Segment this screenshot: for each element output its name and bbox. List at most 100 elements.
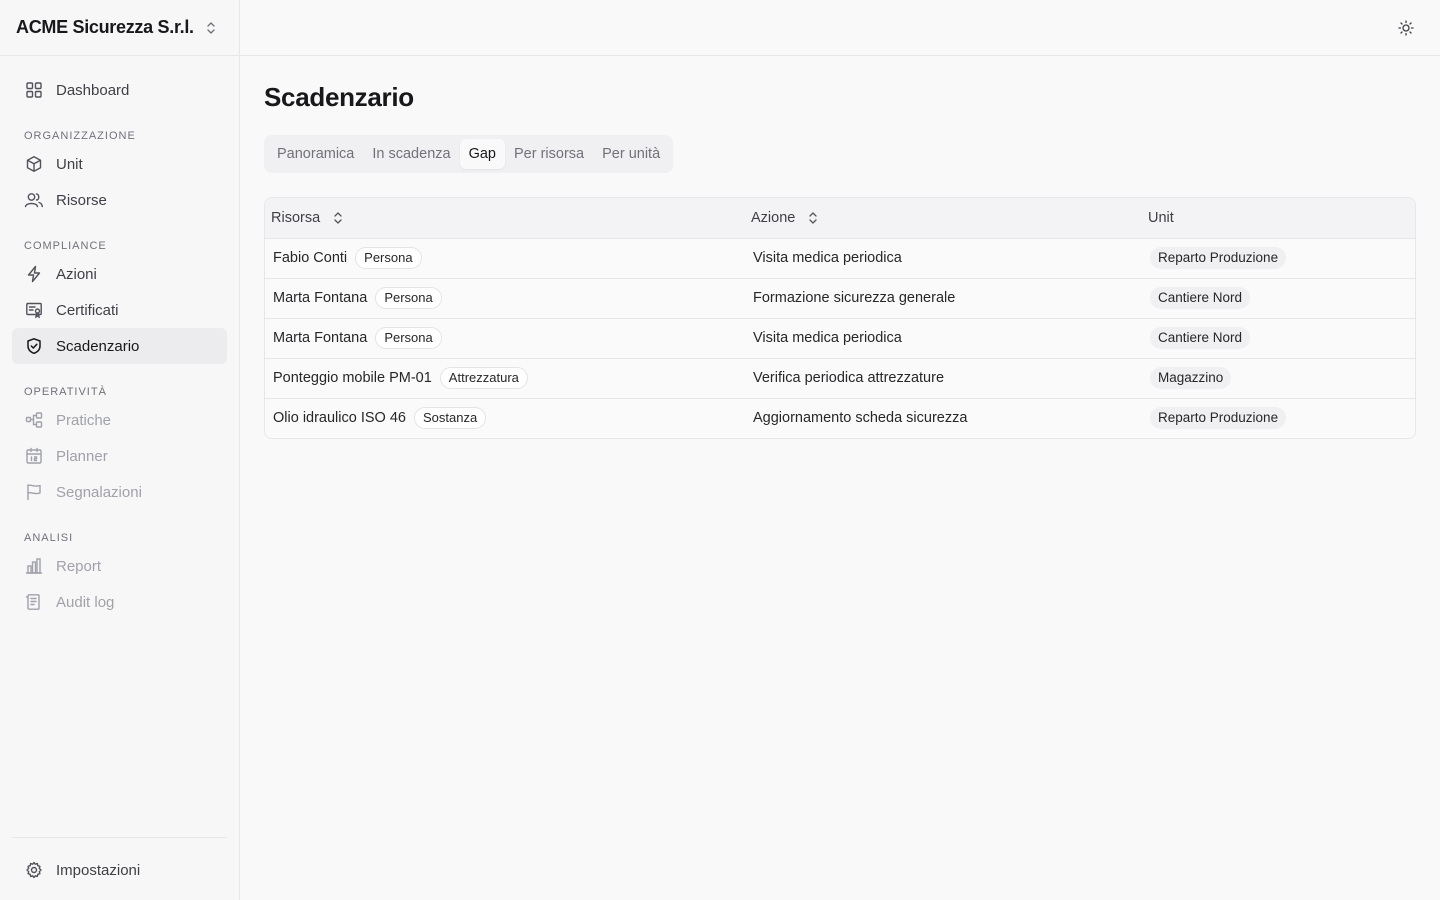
gear-icon	[24, 860, 44, 880]
tab-gap[interactable]: Gap	[459, 139, 505, 169]
table-row[interactable]: Olio idraulico ISO 46 Sostanza Aggiorname…	[265, 398, 1415, 438]
table-row[interactable]: Marta Fontana Persona Visita medica perio…	[265, 318, 1415, 359]
column-header-unit: Unit	[1142, 198, 1415, 239]
sort-icon	[334, 212, 342, 224]
workflow-icon	[24, 410, 44, 430]
tabs: Panoramica In scadenza Gap Per risorsa P…	[264, 135, 674, 173]
sidebar-item-label: Dashboard	[56, 81, 130, 99]
sidebar-item-certificati[interactable]: Certificati	[12, 292, 227, 328]
tab-per-risorsa[interactable]: Per risorsa	[505, 139, 593, 169]
resource-name[interactable]: Marta Fontana	[273, 290, 367, 306]
sidebar-item-audit-log[interactable]: Audit log	[12, 584, 227, 620]
sidebar-item-label: Impostazioni	[56, 861, 141, 879]
tab-per-unita[interactable]: Per unità	[593, 139, 669, 169]
sidebar-item-label: Certificati	[56, 301, 119, 319]
table-header-row: Risorsa Azione Unit	[265, 198, 1415, 239]
column-header-label: Risorsa	[271, 209, 321, 226]
sidebar: ACME Sicurezza S.r.l. Dashboard ORGANIZZ…	[0, 0, 240, 900]
receipt-icon	[24, 592, 44, 612]
theme-toggle-button[interactable]	[1396, 18, 1416, 38]
gap-table: Risorsa Azione Unit Fabio Conti Persona …	[264, 197, 1416, 439]
sidebar-item-label: Segnalazioni	[56, 483, 142, 501]
resource-type-badge: Persona	[375, 327, 442, 349]
sidebar-item-dashboard[interactable]: Dashboard	[12, 72, 227, 108]
bar-chart-icon	[24, 556, 44, 576]
action-cell: Visita medica periodica	[745, 318, 1142, 359]
resource-cell: Fabio Conti Persona	[265, 238, 745, 279]
lightning-icon	[24, 264, 44, 284]
sidebar-item-pratiche[interactable]: Pratiche	[12, 402, 227, 438]
resource-name[interactable]: Ponteggio mobile PM-01	[273, 370, 432, 386]
dashboard-grid-icon	[24, 80, 44, 100]
unit-badge: Cantiere Nord	[1150, 287, 1251, 309]
resource-name[interactable]: Olio idraulico ISO 46	[273, 410, 406, 426]
sort-risorsa-button[interactable]: Risorsa	[271, 210, 344, 226]
org-name: ACME Sicurezza S.r.l.	[16, 17, 194, 37]
section-label-organizzazione: ORGANIZZAZIONE	[24, 130, 136, 142]
action-cell: Verifica periodica attrezzature	[745, 358, 1142, 399]
section-label-compliance: COMPLIANCE	[24, 240, 107, 252]
shield-check-icon	[24, 336, 44, 356]
table-row[interactable]: Ponteggio mobile PM-01 Attrezzatura Verif…	[265, 358, 1415, 399]
sidebar-item-label: Planner	[56, 447, 108, 465]
resource-name[interactable]: Marta Fontana	[273, 330, 367, 346]
action-cell: Visita medica periodica	[745, 238, 1142, 279]
cube-icon	[24, 154, 44, 174]
sun-icon	[1398, 20, 1414, 36]
unit-cell: Reparto Produzione	[1142, 238, 1415, 279]
table-row[interactable]: Fabio Conti Persona Visita medica periodi…	[265, 238, 1415, 279]
org-switcher[interactable]: ACME Sicurezza S.r.l.	[0, 0, 239, 56]
sidebar-item-scadenzario[interactable]: Scadenzario	[12, 328, 227, 364]
sidebar-item-unit[interactable]: Unit	[12, 146, 227, 182]
calendar-icon	[24, 446, 44, 466]
unit-cell: Magazzino	[1142, 358, 1415, 399]
sidebar-item-planner[interactable]: Planner	[12, 438, 227, 474]
resource-cell: Marta Fontana Persona	[265, 318, 745, 359]
sidebar-item-label: Pratiche	[56, 411, 112, 429]
sidebar-nav: Dashboard ORGANIZZAZIONE Unit Risorse CO…	[0, 56, 239, 620]
table-row[interactable]: Marta Fontana Persona Formazione sicurezz…	[265, 278, 1415, 319]
sidebar-item-azioni[interactable]: Azioni	[12, 256, 227, 292]
sidebar-item-label: Azioni	[56, 265, 97, 283]
sidebar-footer: Impostazioni	[12, 837, 227, 888]
resource-type-badge: Sostanza	[413, 407, 487, 430]
unit-cell: Reparto Produzione	[1142, 398, 1415, 438]
sidebar-item-segnalazioni[interactable]: Segnalazioni	[12, 474, 227, 510]
column-header-azione: Azione	[745, 198, 1142, 239]
unit-badge: Magazzino	[1150, 367, 1232, 389]
resource-type-badge: Persona	[355, 247, 422, 269]
sidebar-item-label: Scadenzario	[56, 337, 140, 355]
sidebar-item-label: Audit log	[56, 593, 115, 611]
section-label-operativita: OPERATIVITÀ	[24, 386, 107, 398]
topbar	[240, 0, 1440, 56]
flag-icon	[24, 482, 44, 502]
action-cell: Formazione sicurezza generale	[745, 278, 1142, 319]
sort-azione-button[interactable]: Azione	[751, 210, 819, 226]
users-icon	[24, 190, 44, 210]
resource-type-badge: Attrezzatura	[439, 367, 528, 389]
action-cell: Aggiornamento scheda sicurezza	[745, 398, 1142, 438]
sidebar-item-impostazioni[interactable]: Impostazioni	[12, 852, 227, 888]
sidebar-item-label: Report	[56, 557, 102, 575]
sidebar-item-risorse[interactable]: Risorse	[12, 182, 227, 218]
tab-panoramica[interactable]: Panoramica	[268, 139, 363, 169]
resource-cell: Marta Fontana Persona	[265, 278, 745, 319]
unit-cell: Cantiere Nord	[1142, 278, 1415, 319]
sidebar-item-label: Risorse	[56, 191, 107, 209]
sort-icon	[809, 212, 817, 224]
resource-type-badge: Persona	[375, 287, 442, 309]
tab-in-scadenza[interactable]: In scadenza	[363, 139, 459, 169]
chevron-updown-icon	[207, 21, 215, 34]
sidebar-item-label: Unit	[56, 155, 83, 173]
unit-badge: Cantiere Nord	[1150, 327, 1251, 349]
unit-cell: Cantiere Nord	[1142, 318, 1415, 359]
column-header-risorsa: Risorsa	[265, 198, 745, 239]
unit-badge: Reparto Produzione	[1150, 407, 1287, 430]
page-title: Scadenzario	[264, 82, 414, 112]
sidebar-item-report[interactable]: Report	[12, 548, 227, 584]
resource-cell: Ponteggio mobile PM-01 Attrezzatura	[265, 358, 745, 399]
main-content: Scadenzario Panoramica In scadenza Gap P…	[264, 56, 1416, 439]
resource-name[interactable]: Fabio Conti	[273, 250, 347, 266]
resource-cell: Olio idraulico ISO 46 Sostanza	[265, 398, 745, 438]
unit-badge: Reparto Produzione	[1150, 247, 1287, 269]
